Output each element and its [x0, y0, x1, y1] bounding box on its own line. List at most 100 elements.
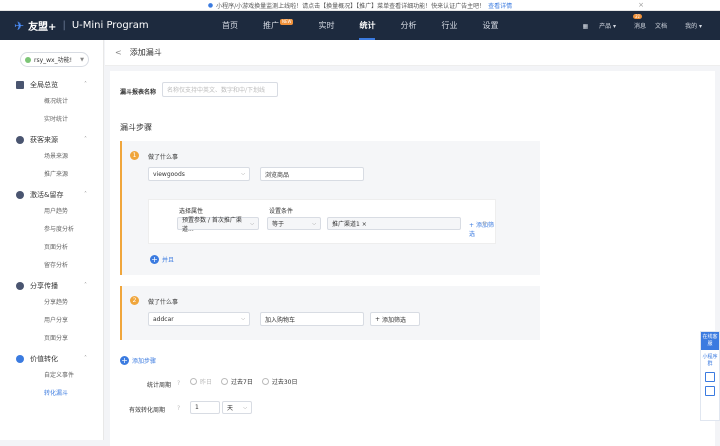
- sidebar-item[interactable]: 实时统计: [0, 111, 103, 129]
- funnel-form: 漏斗报表名称 名称仅支持中英文、数字和中/下划线 漏斗步骤 1 做了什么事 vi…: [110, 71, 715, 446]
- main-nav: 首页 推广 NEW 实时 统计 分析 行业 设置: [222, 11, 523, 40]
- chevron-down-icon: ⌵: [241, 171, 245, 177]
- chevron-down-icon: ▼: [80, 56, 84, 63]
- sidebar-item[interactable]: 用户趋势: [0, 203, 103, 221]
- remove-icon[interactable]: ⊗: [482, 220, 487, 227]
- report-name-input[interactable]: 名称仅支持中英文、数字和中/下划线: [162, 82, 278, 97]
- sidebar-group-header[interactable]: 获客来源 ˄: [0, 131, 103, 148]
- activation-icon: [16, 190, 24, 199]
- chevron-up-icon: ˄: [84, 81, 87, 88]
- attribute-select[interactable]: 预置参数 / 首次推广渠道... ⌵: [177, 217, 259, 233]
- sidebar-item[interactable]: 推广来源: [0, 166, 103, 184]
- message-count-badge: 31: [633, 14, 643, 19]
- step-title: 做了什么事: [148, 299, 179, 306]
- users-icon: [16, 135, 24, 144]
- condition-select[interactable]: 等于 ⌵: [267, 217, 321, 230]
- step-number: 2: [130, 296, 139, 305]
- sidebar-group-sharing: 分享传播 ˄ 分享趋势 用户分享 页面分享: [0, 277, 103, 348]
- close-icon[interactable]: ×: [638, 1, 644, 9]
- valid-period-label: 有效转化周期: [129, 407, 166, 414]
- floating-service-panel: 在线客服 小程序群: [700, 331, 720, 421]
- filter-box: 选择属性 设置条件 预置参数 / 首次推广渠道... ⌵ 等于 ⌵ 推广渠道1 × …: [148, 199, 496, 244]
- chevron-up-icon: ˄: [84, 191, 87, 198]
- event-display-name: 浏览商品: [260, 167, 364, 181]
- qr-code-icon[interactable]: [705, 386, 715, 396]
- add-step-button[interactable]: + 添加步骤: [120, 356, 156, 365]
- chevron-down-icon: ⌵: [243, 404, 247, 411]
- sidebar-group-acquisition: 获客来源 ˄ 场景来源 推广来源: [0, 131, 103, 184]
- sidebar-item[interactable]: 页面分析: [0, 239, 103, 257]
- sidebar-group-conversion: 价值转化 ˄ 自定义事件 转化漏斗: [0, 350, 103, 403]
- sidebar-item[interactable]: 场景来源: [0, 148, 103, 166]
- event-display-name: 加入购物车: [260, 312, 364, 326]
- notice-text: 小程序/小游戏换量监测上线啦！请点击【换量概况】【推广】菜单查看详细功能！快来认…: [216, 2, 486, 10]
- funnel-step-1: 1 做了什么事 viewgoods ⌵ 浏览商品 选择属性 设置条件 预置参数 /…: [120, 141, 540, 275]
- notice-link[interactable]: 查看详情: [488, 1, 512, 10]
- online-service-button[interactable]: 在线客服: [701, 332, 719, 350]
- conversion-icon: [16, 354, 24, 363]
- period-label: 统计周期: [147, 382, 172, 389]
- plus-icon: +: [150, 255, 159, 264]
- app-name: rsy_wx_功能!: [34, 57, 73, 64]
- sidebar-group-header[interactable]: 全局总览 ˄: [0, 76, 103, 93]
- step-title: 做了什么事: [148, 154, 179, 161]
- new-badge: NEW: [280, 19, 294, 25]
- sidebar-group-retention: 激活&留存 ˄ 用户趋势 参与度分析 页面分析 留存分析: [0, 186, 103, 275]
- sidebar-item-active[interactable]: 转化漏斗: [0, 385, 103, 403]
- edit-icon[interactable]: [705, 372, 715, 382]
- nav-realtime[interactable]: 实时: [318, 11, 334, 40]
- grid-icon: [16, 80, 24, 89]
- period-options: 昨日 过去7日 过去30日: [190, 377, 306, 386]
- sidebar-group-header[interactable]: 价值转化 ˄: [0, 350, 103, 367]
- filter-value-select[interactable]: 推广渠道1 ×: [327, 217, 461, 230]
- nav-promotion[interactable]: 推广 NEW: [263, 11, 294, 40]
- nav-analysis[interactable]: 分析: [400, 11, 416, 40]
- cond-label: 设置条件: [269, 208, 294, 215]
- valid-period-input[interactable]: 1: [190, 401, 220, 414]
- sidebar-group-header[interactable]: 激活&留存 ˄: [0, 186, 103, 203]
- nav-home[interactable]: 首页: [222, 11, 238, 40]
- account-menu[interactable]: 我的 ▾: [676, 21, 702, 30]
- sidebar-item[interactable]: 自定义事件: [0, 367, 103, 385]
- chevron-down-icon: ⌵: [312, 220, 316, 227]
- app-icon: [25, 56, 31, 63]
- share-icon: [16, 281, 24, 290]
- period-option-7days[interactable]: 过去7日: [221, 377, 253, 386]
- page-title: 添加漏斗: [129, 48, 162, 57]
- top-right-menu: ▦ 产品 ▾ 消息 31 文档 我的 ▾: [574, 11, 702, 40]
- sidebar-item[interactable]: 分享趋势: [0, 294, 103, 312]
- add-filter-button[interactable]: + 添加筛选: [370, 312, 420, 326]
- messages-link[interactable]: 消息 31: [625, 14, 646, 30]
- add-and-condition[interactable]: + 并且: [150, 255, 174, 264]
- sidebar-item[interactable]: 页面分享: [0, 330, 103, 348]
- event-select[interactable]: viewgoods ⌵: [148, 167, 250, 181]
- sidebar-item[interactable]: 留存分析: [0, 257, 103, 275]
- sidebar-item[interactable]: 用户分享: [0, 312, 103, 330]
- docs-link[interactable]: 文档: [655, 21, 667, 30]
- app-selector[interactable]: rsy_wx_功能! ▼: [20, 52, 89, 67]
- sidebar-item[interactable]: 参与度分析: [0, 221, 103, 239]
- period-option-yesterday[interactable]: 昨日: [190, 377, 212, 386]
- miniprogram-group-link[interactable]: 小程序群: [701, 354, 719, 368]
- sidebar-group-header[interactable]: 分享传播 ˄: [0, 277, 103, 294]
- step-number: 1: [130, 151, 139, 160]
- nav-settings[interactable]: 设置: [482, 11, 498, 40]
- chevron-up-icon: ˄: [84, 136, 87, 143]
- nav-industry[interactable]: 行业: [441, 11, 457, 40]
- logo-text: 友盟+: [28, 22, 57, 33]
- notice-bar: ● 小程序/小游戏换量监测上线啦！请点击【换量概况】【推广】菜单查看详细功能！快…: [0, 0, 720, 11]
- chevron-up-icon: ˄: [84, 355, 87, 362]
- back-icon[interactable]: <: [115, 48, 122, 57]
- valid-unit-select[interactable]: 天 ⌵: [222, 401, 252, 414]
- period-option-30days[interactable]: 过去30日: [261, 377, 297, 386]
- help-icon: ?: [177, 405, 181, 412]
- event-select[interactable]: addcar ⌵: [148, 312, 250, 326]
- funnel-step-2: 2 做了什么事 addcar ⌵ 加入购物车 + 添加筛选: [120, 286, 540, 340]
- products-menu[interactable]: ▦ 产品 ▾: [583, 21, 617, 30]
- sidebar-group-overview: 全局总览 ˄ 概况统计 实时统计: [0, 76, 103, 129]
- sidebar: rsy_wx_功能! ▼ 全局总览 ˄ 概况统计 实时统计 获客来源 ˄ 场景来源 …: [0, 40, 104, 440]
- sidebar-item[interactable]: 概况统计: [0, 93, 103, 111]
- steps-title: 漏斗步骤: [120, 123, 152, 132]
- nav-statistics[interactable]: 统计: [359, 11, 376, 40]
- logo[interactable]: ✈ 友盟+ | U-Mini Program: [14, 18, 214, 34]
